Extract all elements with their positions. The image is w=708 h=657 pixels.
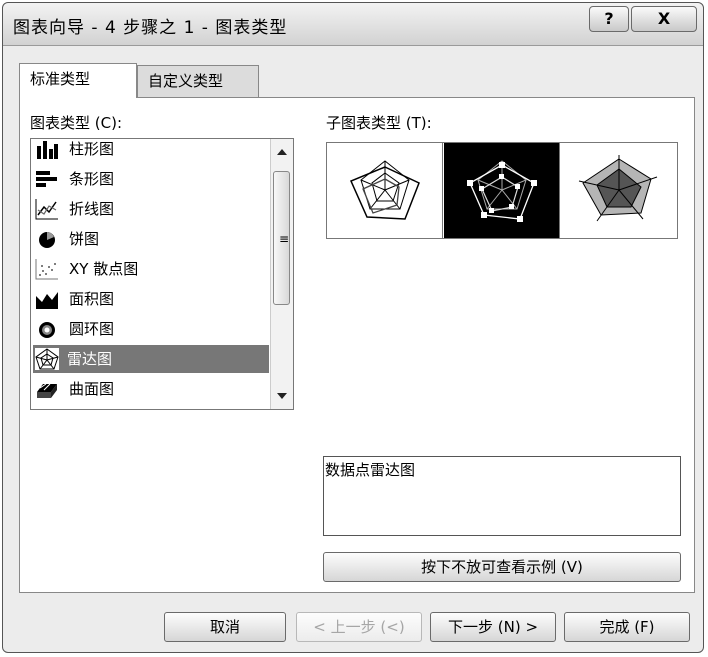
chart-type-label: 图表类型 (C): [30,114,122,132]
list-item[interactable]: 圆环图 [33,315,269,343]
scroll-up-icon[interactable] [277,149,287,155]
close-icon: X [657,9,671,28]
pie-chart-icon [39,232,55,248]
list-item[interactable]: 折线图 [33,195,269,223]
list-item-label: 雷达图 [67,350,113,368]
list-item-label: XY 散点图 [69,260,139,278]
tab-custom-types[interactable]: 自定义类型 [137,65,259,97]
list-item-selected[interactable]: 雷达图 [33,345,269,373]
list-item-label: 面积图 [69,290,115,308]
radar-icon [350,160,420,220]
scroll-down-icon[interactable] [277,393,287,399]
doughnut-chart-icon [39,322,55,338]
list-item-label: 圆环图 [69,320,115,338]
radar-with-markers-icon [467,160,537,222]
tab-standard-types[interactable]: 标准类型 [19,63,137,98]
list-item-label: 曲面图 [69,380,115,398]
list-item[interactable]: 面积图 [33,285,269,313]
scroll-thumb[interactable]: ≡ [273,171,290,305]
cancel-button[interactable]: 取消 [164,612,286,642]
preview-sample-button[interactable]: 按下不放可查看示例 (V) [323,552,681,582]
sub-type-gallery [326,142,678,239]
list-item[interactable]: XY 散点图 [33,255,269,283]
chart-wizard-dialog: 图表向导 - 4 步骤之 1 - 图表类型 ? X 标准类型 自定义类型 图表类… [2,2,704,653]
bar-chart-icon [36,171,57,187]
next-button[interactable]: 下一步 (N) > [430,612,556,642]
line-chart-icon [35,199,58,220]
sub-type-filled-radar[interactable] [561,143,677,238]
list-item-label: 折线图 [69,200,115,218]
list-item[interactable]: 柱形图 [33,139,269,163]
column-chart-icon [37,141,58,159]
sub-type-description: 数据点雷达图 [323,456,681,536]
list-item-label: 条形图 [69,170,115,188]
sub-type-label: 子图表类型 (T): [326,114,432,132]
finish-button[interactable]: 完成 (F) [564,612,690,642]
list-item[interactable]: 曲面图 [33,375,269,403]
radar-chart-icon [35,348,59,370]
scatter-chart-icon [35,259,58,280]
chart-type-list[interactable]: 柱形图 条形图 折线图 饼图 XY 散点图 面积图 圆环图 雷达图 曲面图 ≡ [30,138,294,410]
list-item-label: 饼图 [69,230,100,248]
filled-radar-icon [578,155,658,222]
grip-icon: ≡ [279,232,290,246]
back-button[interactable]: < 上一步 (<) [296,612,422,642]
list-item[interactable]: 饼图 [33,225,269,253]
tab-panel: 图表类型 (C): 柱形图 条形图 折线图 饼图 XY 散点图 面积图 圆环图 … [19,97,695,593]
list-item[interactable]: 条形图 [33,165,269,193]
sub-type-radar-markers[interactable] [444,143,560,238]
list-scrollbar[interactable]: ≡ [270,139,293,409]
window-title: 图表向导 - 4 步骤之 1 - 图表类型 [13,18,288,38]
list-item-label: 柱形图 [69,140,115,158]
help-button[interactable]: ? [589,6,629,32]
area-chart-icon [36,292,58,309]
title-bar: 图表向导 - 4 步骤之 1 - 图表类型 ? X [3,3,703,46]
surface-chart-icon [37,383,57,398]
sub-type-radar[interactable] [327,143,443,238]
close-button[interactable]: X [631,6,697,32]
